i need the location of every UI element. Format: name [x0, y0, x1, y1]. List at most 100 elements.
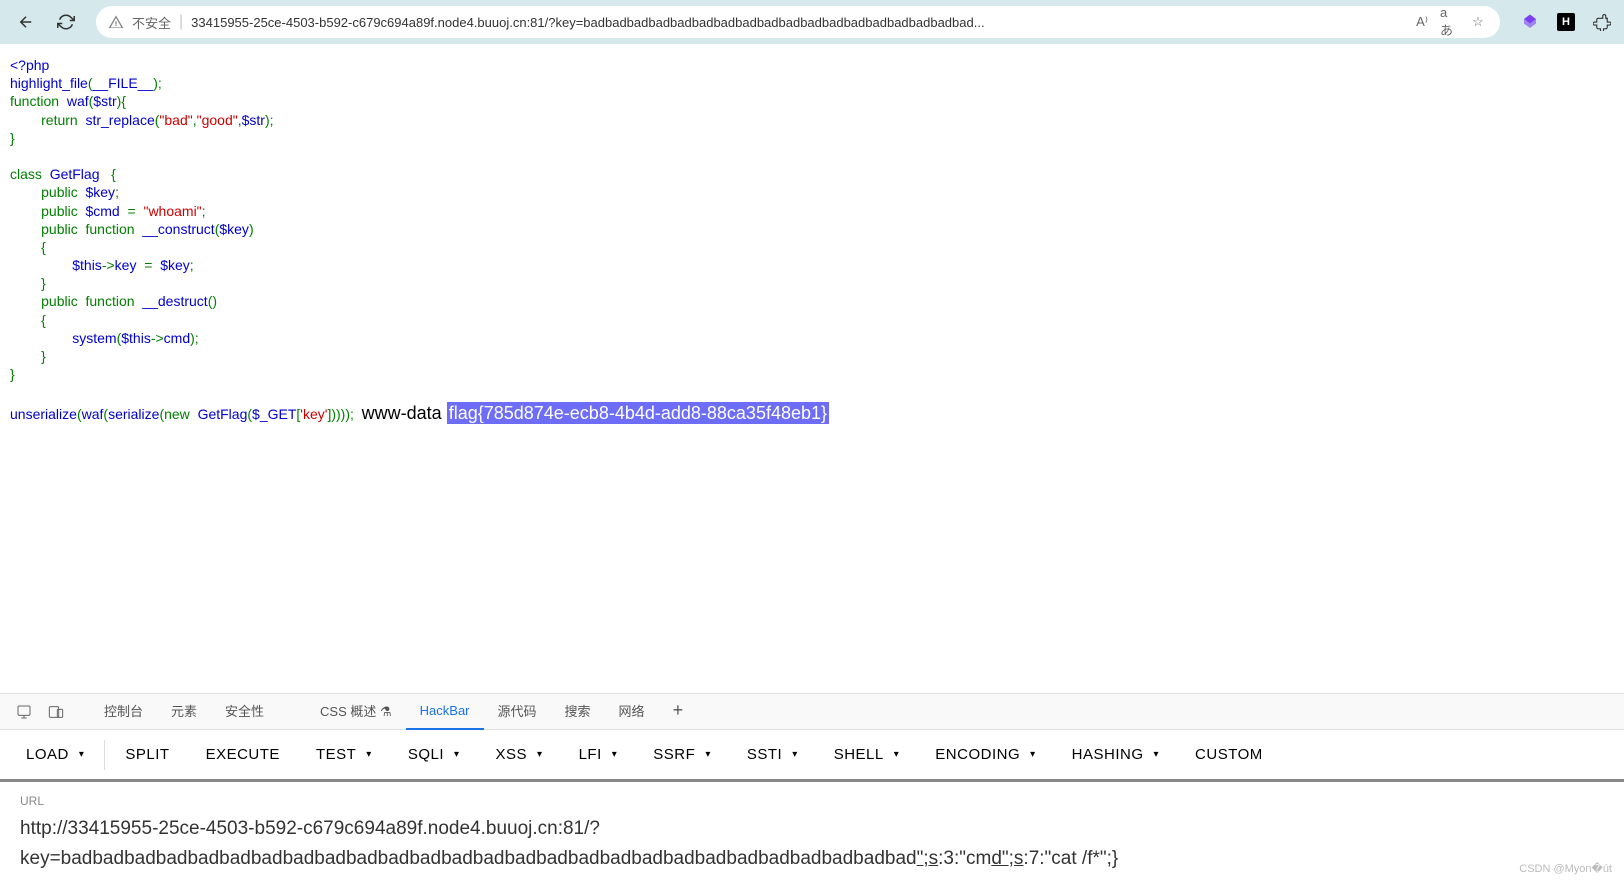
hackbar-split-button[interactable]: SPLIT — [107, 729, 187, 781]
url-text: http://33415955-25ce-4503-b592-c679c694a… — [20, 818, 600, 839]
inspect-icon[interactable] — [8, 696, 40, 728]
warning-icon — [108, 14, 124, 30]
hackbar-custom-button[interactable]: CUSTOM — [1177, 729, 1281, 781]
code-text: $str — [93, 93, 116, 109]
code-text: $key — [160, 257, 190, 273]
favorite-icon[interactable]: ☆ — [1468, 12, 1488, 32]
code-text: { — [111, 166, 116, 182]
hackbar-xss-button[interactable]: XSS — [478, 729, 561, 781]
hackbar-test-button[interactable]: TEST — [298, 729, 390, 781]
code-text: system — [72, 330, 116, 346]
devtools-tab-4[interactable]: HackBar — [406, 694, 484, 730]
code-text: "good" — [197, 112, 238, 128]
hackbar-execute-button[interactable]: EXECUTE — [188, 729, 298, 781]
code-text: $this — [72, 257, 102, 273]
output-flag: flag{785d874e-ecb8-4b4d-add8-88ca35f48eb… — [447, 402, 829, 424]
extensions-menu-icon[interactable] — [1588, 8, 1616, 36]
code-text: 'key' — [300, 406, 327, 422]
hackbar-hashing-button[interactable]: HASHING — [1054, 729, 1177, 781]
insecure-label: 不安全 — [132, 13, 171, 32]
code-text: $str — [242, 112, 265, 128]
browser-toolbar: 不安全 | 33415955-25ce-4503-b592-c679c694a8… — [0, 0, 1624, 44]
devtools-tab-6[interactable]: 搜索 — [551, 694, 605, 730]
url-text: :3:"cm — [938, 848, 991, 869]
address-bar[interactable]: 不安全 | 33415955-25ce-4503-b592-c679c694a8… — [96, 6, 1500, 38]
code-text: "whoami" — [143, 203, 201, 219]
page-content: <?php highlight_file(__FILE__); function… — [0, 44, 1624, 437]
hackbar-load-button[interactable]: LOAD — [8, 729, 102, 781]
devtools-tab-0[interactable]: 控制台 — [90, 694, 157, 730]
code-text — [10, 257, 72, 273]
code-text: $key — [219, 221, 249, 237]
code-text: { — [10, 312, 46, 328]
code-text: ){ — [117, 93, 126, 109]
url-text: :7:"cat /f*";} — [1023, 848, 1118, 869]
extension-icon-1[interactable] — [1516, 8, 1544, 36]
code-text: class — [10, 166, 50, 182]
code-text: function — [85, 221, 142, 237]
hackbar-ssrf-button[interactable]: SSRF — [635, 729, 729, 781]
code-text: serialize — [108, 406, 159, 422]
code-text: ); — [190, 330, 199, 346]
code-text: waf — [67, 93, 89, 109]
devtools-tab-5[interactable]: 源代码 — [484, 694, 551, 730]
hackbar-panel: LOADSPLITEXECUTETESTSQLIXSSLFISSRFSSTISH… — [0, 730, 1624, 881]
code-text: () — [208, 293, 217, 309]
devtools-panel: 控制台元素安全性 CSS 概述 ⚗HackBar源代码搜索网络 + LOADSPL… — [0, 693, 1624, 881]
code-text: } — [10, 130, 15, 146]
code-text: $key — [85, 184, 115, 200]
separator: | — [179, 13, 183, 31]
extension-icon-2[interactable]: H — [1552, 8, 1580, 36]
code-text: __destruct — [142, 293, 207, 309]
hackbar-toolbar: LOADSPLITEXECUTETESTSQLIXSSLFISSRFSSTISH… — [0, 730, 1624, 782]
code-text: __construct — [142, 221, 214, 237]
read-aloud-icon[interactable]: A⁾ — [1412, 12, 1432, 32]
hackbar-lfi-button[interactable]: LFI — [561, 729, 636, 781]
devtools-tab-1[interactable]: 元素 — [157, 694, 211, 730]
devtools-tab-7[interactable]: 网络 — [605, 694, 659, 730]
hackbar-sqli-button[interactable]: SQLI — [390, 729, 478, 781]
back-button[interactable] — [8, 6, 44, 38]
watermark: CSDN @Myon�út — [1519, 862, 1612, 875]
translate-icon[interactable]: aあ — [1440, 12, 1460, 32]
url-text: 33415955-25ce-4503-b592-c679c694a89f.nod… — [191, 15, 1404, 30]
code-text: ])))); — [327, 406, 361, 422]
code-text: public — [10, 293, 85, 309]
url-section: URL http://33415955-25ce-4503-b592-c679c… — [0, 782, 1624, 881]
code-text: public — [10, 203, 85, 219]
code-text: "bad" — [159, 112, 192, 128]
code-text: -> — [151, 330, 164, 346]
devtools-tab-2[interactable]: 安全性 — [211, 694, 278, 730]
hackbar-shell-button[interactable]: SHELL — [816, 729, 918, 781]
refresh-button[interactable] — [48, 6, 84, 38]
add-tab-button[interactable]: + — [659, 694, 698, 730]
code-text: -> — [102, 257, 115, 273]
code-text: public — [10, 184, 85, 200]
hackbar-ssti-button[interactable]: SSTI — [729, 729, 816, 781]
code-text: $_GET — [252, 406, 296, 422]
code-text: $cmd — [85, 203, 127, 219]
code-text: unserialize — [10, 406, 77, 422]
code-text: highlight_file — [10, 75, 88, 91]
url-value[interactable]: http://33415955-25ce-4503-b592-c679c694a… — [20, 814, 1604, 873]
code-text: } — [10, 366, 15, 382]
code-text: ); — [153, 75, 162, 91]
code-text — [10, 330, 72, 346]
url-text: key=badbadbadbadbadbadbadbadbadbadbadbad… — [20, 848, 917, 869]
code-text: public — [10, 221, 85, 237]
code-text: <?php — [10, 57, 49, 73]
code-text: ) — [249, 221, 254, 237]
code-text: GetFlag — [50, 166, 111, 182]
output-user: www-data — [362, 403, 447, 423]
code-text: = — [144, 257, 160, 273]
url-text: ";s — [917, 848, 939, 869]
code-text: ; — [115, 184, 119, 200]
devtools-tab-3[interactable]: CSS 概述 ⚗ — [306, 694, 406, 730]
hackbar-encoding-button[interactable]: ENCODING — [917, 729, 1053, 781]
code-text: ; — [202, 203, 206, 219]
code-text: function — [10, 93, 67, 109]
code-text: $this — [121, 330, 151, 346]
separator — [104, 740, 105, 770]
device-icon[interactable] — [40, 696, 72, 728]
code-text: return — [10, 112, 85, 128]
